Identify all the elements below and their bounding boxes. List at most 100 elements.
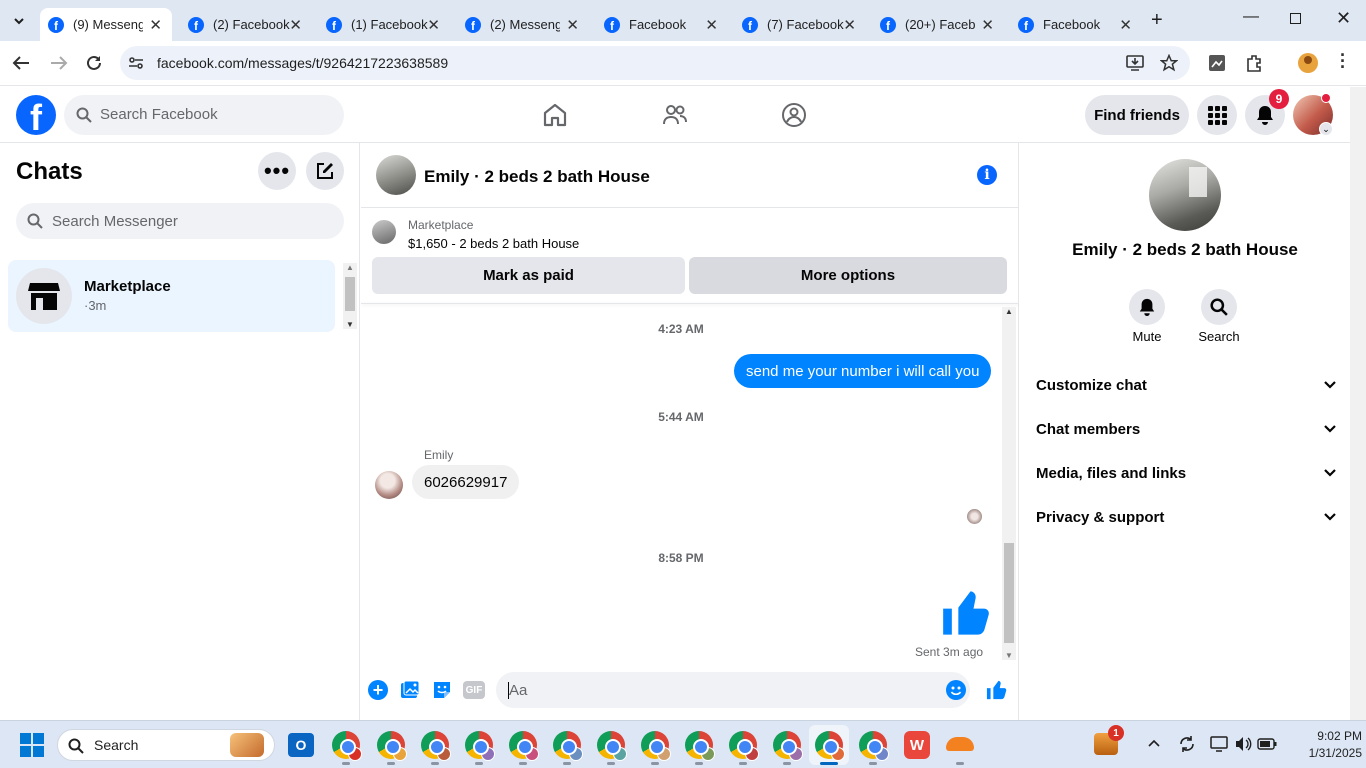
privacy-support-section[interactable]: Privacy & support [1036,502,1336,532]
chrome-app-icon[interactable] [773,731,803,761]
clock-time[interactable]: 9:02 PM [1282,729,1362,743]
chrome-app-icon[interactable] [377,731,407,761]
maximize-button[interactable] [1290,13,1301,24]
tab-facebook-7[interactable]: f (20+) Facebook ✕ [872,8,1004,41]
chrome-profile-avatar[interactable] [1298,53,1318,73]
new-message-button[interactable] [306,152,344,190]
chrome-app-icon[interactable] [509,731,539,761]
tab-messenger-active[interactable]: f (9) Messenger ✕ [40,8,172,41]
page-scrollbar[interactable] [1350,87,1366,720]
taskbar-search-box[interactable]: Search [57,729,275,761]
listing-title[interactable]: $1,650 - 2 beds 2 bath House [408,236,579,251]
more-options-button[interactable]: More options [689,257,1007,294]
chat-list-item[interactable]: Marketplace ·3m [8,260,335,332]
sticker-icon[interactable] [432,680,452,700]
chrome-app-icon[interactable] [729,731,759,761]
sender-avatar[interactable] [375,471,403,499]
find-friends-button[interactable]: Find friends [1085,95,1189,135]
search-in-conversation-button[interactable] [1201,289,1237,325]
chrome-app-icon[interactable] [597,731,627,761]
tab-facebook-8[interactable]: f Facebook ✕ [1010,8,1142,41]
customize-chat-section[interactable]: Customize chat [1036,370,1336,400]
close-tab-icon[interactable]: ✕ [289,16,302,34]
forward-arrow-icon[interactable] [50,55,68,71]
chrome-app-icon[interactable] [641,731,671,761]
windows-start-icon[interactable] [20,733,44,757]
reload-icon[interactable] [85,54,103,72]
close-window-button[interactable]: ✕ [1336,8,1351,29]
site-info-icon[interactable] [128,55,144,71]
cloud-app-icon[interactable] [946,737,974,751]
messages-scrollbar[interactable]: ▲ ▼ [1002,307,1016,660]
close-tab-icon[interactable]: ✕ [566,16,579,34]
clock-date[interactable]: 1/31/2025 [1282,746,1362,760]
battery-icon[interactable] [1257,736,1277,752]
account-avatar[interactable]: ⌄ [1293,93,1333,136]
outgoing-message-bubble[interactable]: send me your number i will call you [734,354,992,388]
conversation-title[interactable]: Emily · 2 beds 2 bath House [424,167,650,187]
mute-button[interactable] [1129,289,1165,325]
tab-facebook-5[interactable]: f Facebook ✕ [596,8,728,41]
browser-menu-icon[interactable]: · · · [1340,46,1346,76]
chat-members-section[interactable]: Chat members [1036,414,1336,444]
close-tab-icon[interactable]: ✕ [427,16,440,34]
close-tab-icon[interactable]: ✕ [843,16,856,34]
more-actions-plus-icon[interactable]: + [368,680,388,700]
install-app-icon[interactable] [1126,55,1144,71]
volume-icon[interactable] [1234,735,1252,753]
bookmark-star-icon[interactable] [1160,54,1178,72]
chat-list-scrollbar[interactable]: ▲ ▼ [343,263,357,329]
message-input[interactable]: Aa [496,672,970,708]
close-tab-icon[interactable]: ✕ [1119,16,1132,34]
facebook-favicon-icon: f [48,16,64,33]
mark-as-paid-button[interactable]: Mark as paid [372,257,685,294]
chrome-app-icon[interactable] [859,731,889,761]
info-icon[interactable]: i [977,165,997,185]
chat-item-time: ·3m [84,298,107,313]
thumbs-up-icon[interactable] [941,587,993,639]
send-like-icon[interactable] [986,679,1008,701]
chrome-app-icon[interactable] [421,731,451,761]
chrome-app-icon[interactable] [685,731,715,761]
new-tab-button[interactable]: + [1151,9,1163,32]
url-bar[interactable]: facebook.com/messages/t/9264217223638589 [120,46,1190,80]
outlook-app-icon[interactable]: O [288,733,314,757]
tab-facebook-2[interactable]: f (2) Facebook ✕ [180,8,312,41]
groups-icon[interactable] [781,102,807,128]
emoji-icon[interactable] [946,680,966,700]
chevron-up-icon[interactable] [1148,739,1160,747]
tab-facebook-3[interactable]: f (1) Facebook ✕ [318,8,450,41]
extensions-puzzle-icon[interactable] [1245,53,1265,73]
tray-app-icon[interactable]: 1 [1094,725,1124,755]
incoming-message-bubble[interactable]: 6026629917 [412,465,520,499]
friends-icon[interactable] [662,102,688,128]
media-files-links-section[interactable]: Media, files and links [1036,458,1336,488]
close-tab-icon[interactable]: ✕ [981,16,994,34]
attach-image-icon[interactable] [400,680,420,700]
conversation-avatar[interactable] [376,155,416,195]
close-tab-icon[interactable]: ✕ [149,16,162,34]
home-icon[interactable] [542,102,568,128]
facebook-logo[interactable]: f [16,95,56,135]
tab-search-dropdown[interactable] [8,10,30,32]
chrome-app-icon[interactable] [332,731,362,761]
chrome-app-icon-active[interactable] [815,731,845,761]
extension-media-icon[interactable] [1208,54,1226,72]
gif-button[interactable]: GIF [463,681,485,699]
wps-office-app-icon[interactable]: W [904,731,930,759]
tab-facebook-6[interactable]: f (7) Facebook ✕ [734,8,866,41]
chrome-app-icon[interactable] [553,731,583,761]
back-arrow-icon[interactable] [12,55,30,71]
menu-grid-button[interactable] [1197,95,1237,135]
display-icon[interactable] [1210,735,1228,753]
messenger-search-input[interactable]: Search Messenger [16,203,344,239]
sync-icon[interactable] [1178,735,1196,753]
close-tab-icon[interactable]: ✕ [705,16,718,34]
profile-photo[interactable] [1149,159,1221,231]
notifications-button[interactable]: 9 [1245,89,1289,135]
facebook-search-input[interactable]: Search Facebook [64,95,344,135]
chat-options-button[interactable]: ••• [258,152,296,190]
minimize-button[interactable]: — [1243,8,1259,26]
chrome-app-icon[interactable] [465,731,495,761]
tab-messenger-4[interactable]: f (2) Messenger ✕ [457,8,589,41]
